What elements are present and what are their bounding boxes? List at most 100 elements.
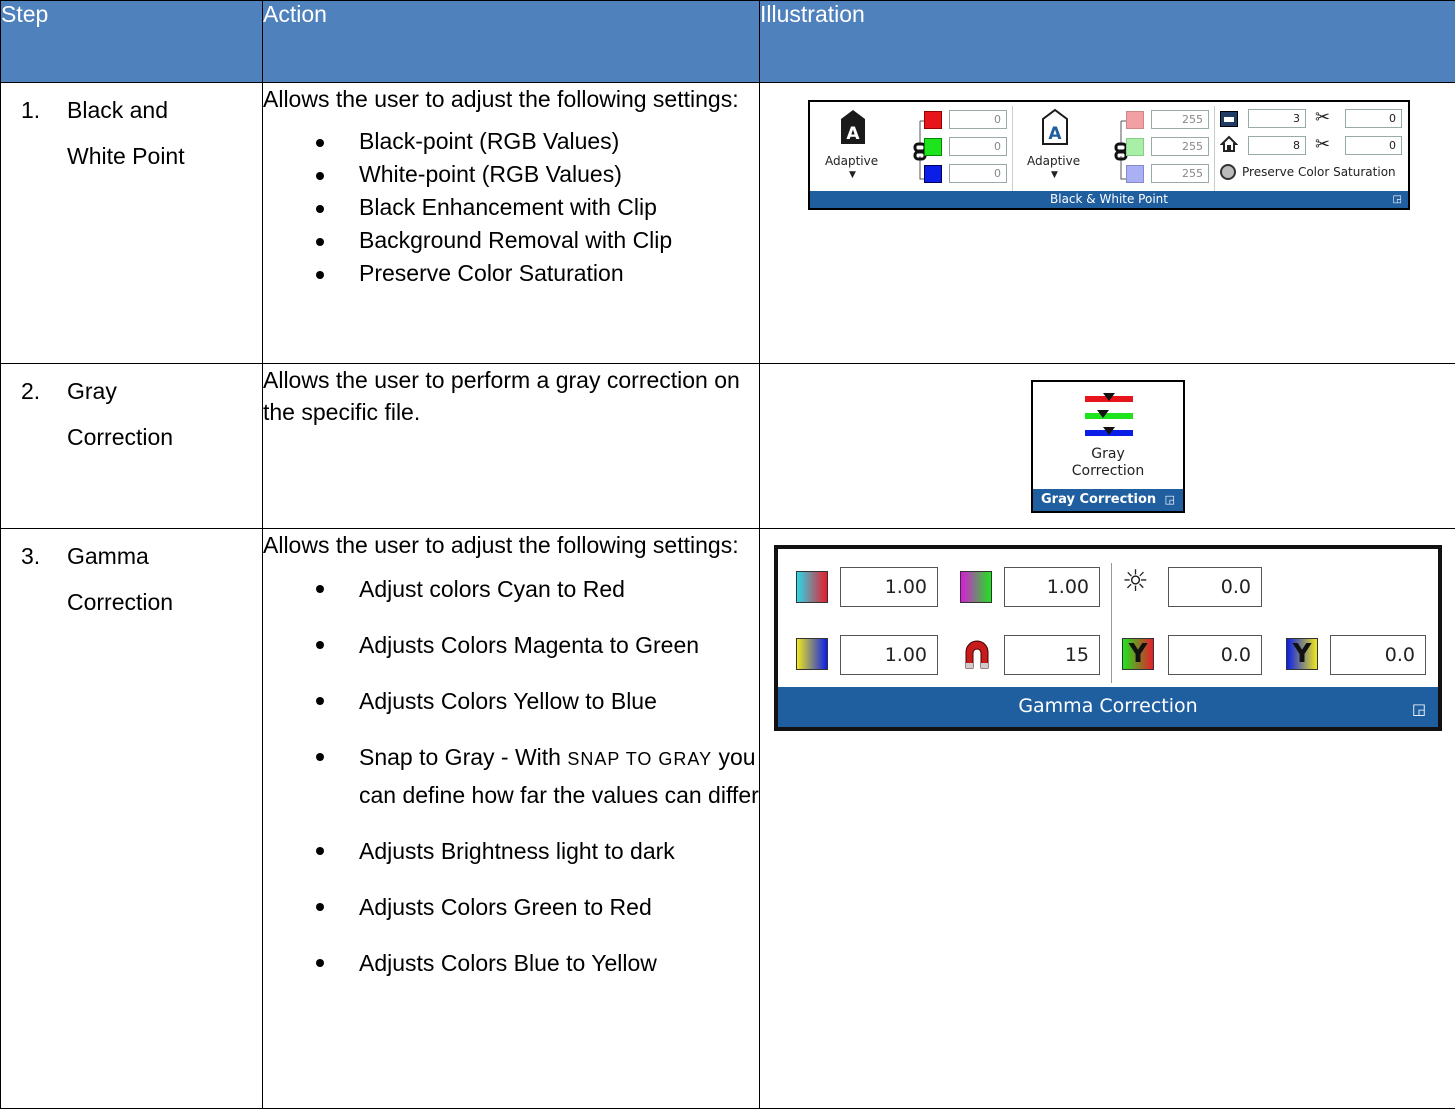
step-title-line: Correction xyxy=(67,424,174,450)
magnet-icon[interactable] xyxy=(960,638,994,670)
step-cell: 1. Black and White Point xyxy=(0,82,263,364)
white-point-mode-label[interactable]: Adaptive xyxy=(1027,154,1080,168)
preserve-saturation-label[interactable]: Preserve Color Saturation xyxy=(1242,165,1396,179)
list-item: Adjusts Colors Green to Red xyxy=(316,889,759,925)
list-item: Adjusts Brightness light to dark xyxy=(316,833,759,869)
black-green-input[interactable]: 0 xyxy=(949,137,1007,156)
scissors-icon[interactable]: ✂ xyxy=(1315,107,1330,128)
step-number: 3. xyxy=(21,543,41,569)
black-point-icon[interactable]: A xyxy=(838,108,868,146)
red-swatch[interactable] xyxy=(924,111,942,129)
panel-footer: Gray Correction ◲ xyxy=(1033,489,1183,511)
action-intro: Allows the user to adjust the following … xyxy=(263,532,739,558)
green-red-icon[interactable]: Y xyxy=(1122,638,1154,670)
green-swatch[interactable] xyxy=(924,138,942,156)
cyan-red-icon[interactable] xyxy=(796,571,828,603)
yellow-blue-input[interactable]: 1.00 xyxy=(840,635,938,675)
blue-yellow-input[interactable]: 0.0 xyxy=(1330,635,1426,675)
step-title-line: Gray xyxy=(67,378,117,404)
step-number: 1. xyxy=(21,97,41,123)
step-number: 2. xyxy=(21,378,41,404)
radio-icon[interactable] xyxy=(1220,164,1236,180)
gray-correction-panel: Gray Correction Gray Correction ◲ xyxy=(1031,380,1185,513)
step-title-line: Black and xyxy=(67,97,169,123)
brightness-icon[interactable]: ☼ xyxy=(1122,565,1149,599)
list-item: White-point (RGB Values) xyxy=(316,158,759,191)
background-removal-icon[interactable] xyxy=(1220,135,1238,153)
action-intro: Allows the user to perform a gray correc… xyxy=(263,367,740,425)
step-title: Black and White Point xyxy=(67,87,185,179)
action-intro: Allows the user to adjust the following … xyxy=(263,86,739,112)
step-title-line: White Point xyxy=(67,143,185,169)
panel-footer: Black & White Point ◲ xyxy=(810,191,1408,208)
settings-list: Black-point (RGB Values) White-point (RG… xyxy=(263,125,759,290)
white-red-input[interactable]: 255 xyxy=(1151,110,1209,129)
lavender-swatch[interactable] xyxy=(1126,165,1144,183)
step-title: Gamma Correction xyxy=(67,533,173,625)
settings-list: Adjust colors Cyan to Red Adjusts Colors… xyxy=(263,571,759,981)
panel-title: Gamma Correction xyxy=(1018,695,1198,717)
white-point-icon[interactable]: A xyxy=(1040,108,1070,146)
header-step: Step xyxy=(0,0,263,83)
cyan-red-input[interactable]: 1.00 xyxy=(840,567,938,607)
scissors-icon[interactable]: ✂ xyxy=(1315,134,1330,155)
black-point-mode-label[interactable]: Adaptive xyxy=(825,154,878,168)
magenta-green-icon[interactable] xyxy=(960,571,992,603)
step-cell: 3. Gamma Correction xyxy=(0,528,263,1109)
chevron-down-icon[interactable]: ▼ xyxy=(1051,170,1058,180)
snap-to-gray-term: SNAP TO GRAY xyxy=(567,749,713,769)
list-item: Black-point (RGB Values) xyxy=(316,125,759,158)
brightness-input[interactable]: 0.0 xyxy=(1168,567,1262,607)
divider xyxy=(1012,106,1013,192)
yellow-blue-icon[interactable] xyxy=(796,638,828,670)
gamma-correction-panel: 1.00 1.00 ☼ 0.0 1.00 15 Y 0.0 Y 0.0 Gamm… xyxy=(774,545,1442,731)
table-row: 2. Gray Correction Allows the user to pe… xyxy=(0,363,1455,529)
action-cell: Allows the user to perform a gray correc… xyxy=(262,363,760,529)
divider xyxy=(1111,563,1112,683)
panel-title: Black & White Point xyxy=(1050,192,1168,206)
divider xyxy=(1214,106,1215,192)
black-white-point-panel: A Adaptive ▼ 0 0 0 A Adaptive ▼ 255 255 … xyxy=(808,100,1410,210)
step-cell: 2. Gray Correction xyxy=(0,363,263,529)
list-item: Adjusts Colors Magenta to Green xyxy=(316,627,759,663)
list-item: Black Enhancement with Clip xyxy=(316,191,759,224)
list-item: Adjusts Colors Blue to Yellow xyxy=(316,945,759,981)
white-blue-input[interactable]: 255 xyxy=(1151,164,1209,183)
snap-prefix: Snap to Gray - With xyxy=(359,744,568,770)
chevron-down-icon[interactable]: ▼ xyxy=(849,170,856,180)
list-item: Background Removal with Clip xyxy=(316,224,759,257)
black-enhance-icon[interactable] xyxy=(1220,111,1238,127)
header-action: Action xyxy=(262,0,760,83)
background-clip-input[interactable]: 0 xyxy=(1345,136,1402,155)
step-title-line: Correction xyxy=(67,589,174,615)
action-cell: Allows the user to adjust the following … xyxy=(262,528,760,1109)
header-row: Step Action Illustration xyxy=(0,0,1455,83)
step-title: Gray Correction xyxy=(67,368,173,460)
snap-to-gray-input[interactable]: 15 xyxy=(1004,635,1100,675)
gray-correction-button-label[interactable]: Gray Correction xyxy=(1033,446,1183,480)
dialog-launcher-icon[interactable]: ◲ xyxy=(1412,690,1426,728)
label-line: Gray xyxy=(1091,446,1125,462)
blue-swatch[interactable] xyxy=(924,165,942,183)
black-red-input[interactable]: 0 xyxy=(949,110,1007,129)
black-enhance-input[interactable]: 3 xyxy=(1248,109,1306,128)
magenta-green-input[interactable]: 1.00 xyxy=(1004,567,1100,607)
step-title-line: Gamma xyxy=(67,543,149,569)
list-item: Preserve Color Saturation xyxy=(316,257,759,290)
green-red-input[interactable]: 0.0 xyxy=(1168,635,1262,675)
header-illustration: Illustration xyxy=(759,0,1455,83)
black-clip-input[interactable]: 0 xyxy=(1345,109,1402,128)
dialog-launcher-icon[interactable]: ◲ xyxy=(1393,191,1402,208)
blue-yellow-icon[interactable]: Y xyxy=(1286,638,1318,670)
gray-correction-icon[interactable] xyxy=(1081,387,1137,443)
white-green-input[interactable]: 255 xyxy=(1151,137,1209,156)
list-item: Adjusts Colors Yellow to Blue xyxy=(316,683,759,719)
panel-title: Gray Correction xyxy=(1041,492,1157,507)
black-blue-input[interactable]: 0 xyxy=(949,164,1007,183)
background-removal-input[interactable]: 8 xyxy=(1248,136,1306,155)
svg-text:A: A xyxy=(846,124,860,144)
pink-swatch[interactable] xyxy=(1126,111,1144,129)
action-cell: Allows the user to adjust the following … xyxy=(262,82,760,364)
light-green-swatch[interactable] xyxy=(1126,138,1144,156)
dialog-launcher-icon[interactable]: ◲ xyxy=(1165,489,1175,511)
